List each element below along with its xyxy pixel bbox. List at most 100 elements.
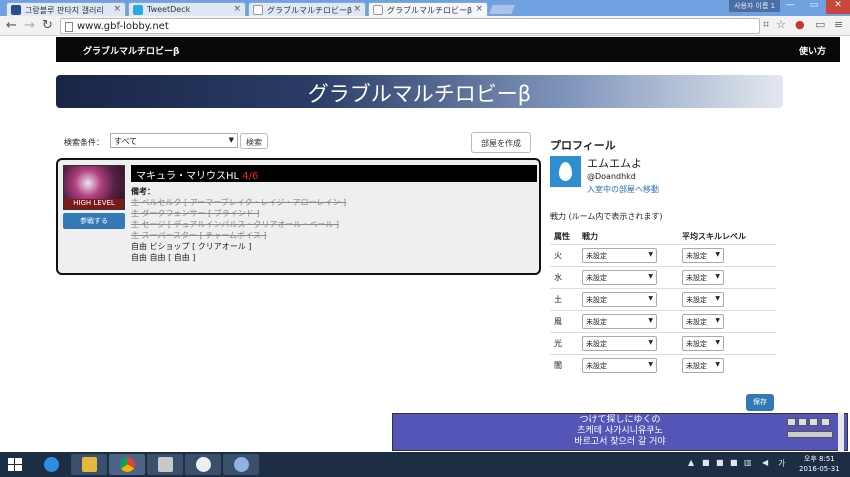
high-level-badge: HIGH LEVEL <box>64 199 124 209</box>
close-window-icon[interactable]: ✕ <box>826 0 850 14</box>
tray-app-icon[interactable]: ■ <box>730 458 738 467</box>
power-select[interactable]: 未設定 ▼ <box>582 314 657 329</box>
lyric-close-icon[interactable] <box>821 418 830 426</box>
site-navbar: グラブルマルチロビーβ 使い方 <box>56 37 840 62</box>
search-filter-value: すべて <box>114 137 138 146</box>
search-button[interactable]: 検索 <box>240 133 268 149</box>
lyric-line: 바르고서 찾으러 갈 거야 <box>574 437 666 447</box>
clock-date: 2016-05-31 <box>799 465 840 473</box>
network-icon[interactable]: ▥ <box>744 458 752 467</box>
tray-app-icon[interactable]: ■ <box>716 458 724 467</box>
power-select[interactable]: 未設定 ▼ <box>582 248 657 263</box>
lyric-settings-icon[interactable] <box>787 418 796 426</box>
bookmark-star-icon[interactable]: ☆ <box>776 18 786 31</box>
slot-taken: 主 ダークフェンサー [ ブラインド ] <box>131 209 260 218</box>
skill-select[interactable]: 未設定 ▼ <box>682 358 724 373</box>
tab-title: グラブルマルチロビーβ <box>387 6 473 15</box>
lyric-add-icon[interactable] <box>798 418 807 426</box>
player-controls[interactable] <box>787 431 833 438</box>
goto-room-link[interactable]: 入室中の部屋へ移動 <box>587 184 659 195</box>
menu-icon[interactable]: ≡ <box>834 18 843 31</box>
explorer-icon[interactable] <box>71 454 107 475</box>
ie-icon[interactable] <box>33 454 69 475</box>
photo-app-icon[interactable] <box>147 454 183 475</box>
user-profile-badge[interactable]: 사용자 이름 1 <box>729 0 781 12</box>
lyrics-overlay: つけて探しにゆくの 츠케테 사가시니유쿠노 바르고서 찾으러 갈 거야 <box>392 413 848 451</box>
search-filter-select[interactable]: すべて ▼ <box>110 133 238 148</box>
select-value: 未設定 <box>586 340 607 348</box>
skill-select[interactable]: 未設定 ▼ <box>682 336 724 351</box>
dropdown-caret-icon: ▼ <box>715 317 720 324</box>
page-title: グラブルマルチロビーβ <box>307 82 532 106</box>
power-row-wind: 風 未設定 ▼ 未設定 ▼ <box>550 310 776 332</box>
skill-select[interactable]: 未設定 ▼ <box>682 270 724 285</box>
translate-icon[interactable]: ⌗ <box>763 18 769 32</box>
header-attr: 属性 <box>554 232 570 241</box>
dropdown-caret-icon: ▼ <box>715 251 720 258</box>
back-icon[interactable]: ← <box>6 18 17 33</box>
paint-app-icon[interactable] <box>223 454 259 475</box>
skill-select[interactable]: 未設定 ▼ <box>682 314 724 329</box>
close-icon[interactable]: × <box>113 4 121 14</box>
tab-lobby-1[interactable]: グラブルマルチロビーβ × <box>248 2 366 16</box>
system-clock[interactable]: 오후 8:51 2016-05-31 <box>799 454 840 474</box>
address-bar[interactable]: www.gbf-lobby.net <box>60 18 760 34</box>
scrollbar[interactable] <box>838 413 844 451</box>
header-skill: 平均スキルレベル <box>682 232 746 241</box>
slot-open: 自由 自由 [ 自由 ] <box>131 253 196 262</box>
tray-app-icon[interactable]: ■ <box>702 458 710 467</box>
attr-label: 水 <box>554 273 562 282</box>
ime-icon[interactable]: 가 <box>778 458 785 469</box>
skill-select[interactable]: 未設定 ▼ <box>682 292 724 307</box>
default-avatar-egg-icon <box>559 162 572 181</box>
slot-taken: 主 ベルセルク [ アーマーブレイク・レイジ・アローレイン ] <box>131 198 347 207</box>
chrome-icon[interactable] <box>109 454 145 475</box>
join-room-button[interactable]: 参戦する <box>63 213 125 229</box>
tab-tweetdeck[interactable]: TweetDeck × <box>128 2 246 16</box>
volume-icon[interactable]: ◀ <box>762 458 768 467</box>
select-value: 未設定 <box>586 274 607 282</box>
skill-select[interactable]: 未設定 ▼ <box>682 248 724 263</box>
extension-icon[interactable]: ● <box>795 18 805 31</box>
select-value: 未設定 <box>686 296 707 304</box>
attr-label: 風 <box>554 317 562 326</box>
howto-link[interactable]: 使い方 <box>799 44 826 57</box>
dropdown-caret-icon: ▼ <box>715 339 720 346</box>
title-banner: グラブルマルチロビーβ <box>56 75 783 108</box>
forward-icon[interactable]: → <box>24 18 35 33</box>
game-app-icon[interactable] <box>185 454 221 475</box>
search-label: 検索条件： <box>64 138 104 147</box>
power-select[interactable]: 未設定 ▼ <box>582 292 657 307</box>
cast-icon[interactable]: ▭ <box>815 18 825 31</box>
tray-expand-icon[interactable]: ▲ <box>688 458 694 467</box>
close-icon[interactable]: × <box>353 4 361 14</box>
tab-title: 그랑블루 판타지 갤러리 <box>25 6 104 15</box>
reload-icon[interactable]: ↻ <box>42 18 53 33</box>
save-button[interactable]: 保存 <box>746 394 774 411</box>
page-favicon-icon <box>373 5 383 15</box>
close-icon[interactable]: × <box>233 4 241 14</box>
close-icon[interactable]: × <box>475 4 483 14</box>
dropdown-caret-icon: ▼ <box>228 136 234 144</box>
site-brand-link[interactable]: グラブルマルチロビーβ <box>83 44 179 57</box>
power-select[interactable]: 未設定 ▼ <box>582 358 657 373</box>
dropdown-caret-icon: ▼ <box>648 251 653 258</box>
power-select[interactable]: 未設定 ▼ <box>582 270 657 285</box>
dropdown-caret-icon: ▼ <box>648 339 653 346</box>
page-favicon-icon <box>253 5 263 15</box>
select-value: 未設定 <box>686 362 707 370</box>
tab-title: グラブルマルチロビーβ <box>267 6 353 15</box>
tab-gallery[interactable]: 그랑블루 판타지 갤러리 × <box>6 2 126 16</box>
tab-lobby-2[interactable]: グラブルマルチロビーβ × <box>368 2 488 16</box>
windows-logo-icon[interactable] <box>8 458 22 471</box>
room-notes: 備考： 主 ベルセルク [ アーマーブレイク・レイジ・アローレイン ] 主 ダー… <box>131 186 346 263</box>
lyric-minimize-icon[interactable] <box>809 418 818 426</box>
toolbar: ← → ↻ www.gbf-lobby.net ⌗ ☆ ● ▭ ≡ <box>0 16 850 36</box>
power-select[interactable]: 未設定 ▼ <box>582 336 657 351</box>
power-row-dark: 闇 未設定 ▼ 未設定 ▼ <box>550 354 776 376</box>
new-tab-button[interactable] <box>487 4 517 15</box>
maximize-icon[interactable]: ▭ <box>802 0 826 14</box>
minimize-icon[interactable]: — <box>778 0 802 14</box>
dc-favicon-icon <box>11 5 21 15</box>
create-room-button[interactable]: 部屋を作成 <box>471 132 531 153</box>
